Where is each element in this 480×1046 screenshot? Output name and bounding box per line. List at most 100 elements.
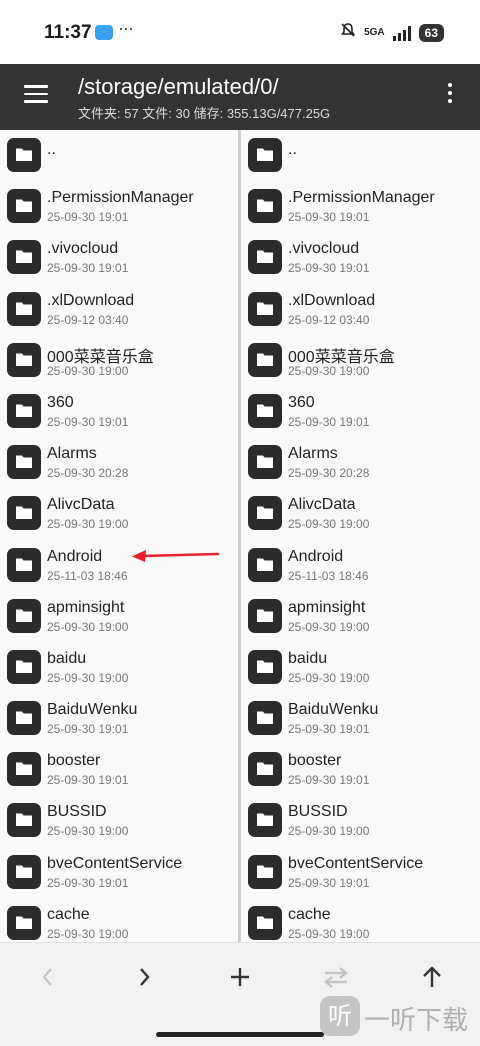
folder-row[interactable]: bveContentService 25-09-30 19:01 <box>0 847 238 898</box>
folder-name: Alarms <box>47 445 97 463</box>
home-indicator[interactable] <box>156 1032 324 1037</box>
folder-icon <box>7 598 41 633</box>
file-list: .. .PermissionManager 25-09-30 19:01 .vivoc… <box>241 130 479 942</box>
folder-name: 360 <box>288 393 315 411</box>
folder-row[interactable]: Android 25-11-03 18:46 <box>0 540 238 591</box>
folder-name: AlivcData <box>47 496 115 514</box>
annotation-arrow-icon <box>132 550 220 562</box>
folder-row[interactable]: 360 25-09-30 19:01 <box>241 386 479 437</box>
storage-stats: 文件夹: 57 文件: 30 储存: 355.13G/477.25G <box>78 106 331 121</box>
folder-row[interactable]: bveContentService 25-09-30 19:01 <box>241 847 479 898</box>
folder-icon <box>248 701 282 736</box>
folder-row[interactable]: cache 25-09-30 19:00 <box>241 898 479 942</box>
folder-name: BUSSID <box>47 803 107 821</box>
folder-row[interactable]: .PermissionManager 25-09-30 19:01 <box>0 181 238 232</box>
folder-date: 25-09-30 19:00 <box>288 363 370 378</box>
folder-date: 25-09-30 19:01 <box>47 261 129 276</box>
folder-date: 25-09-30 20:28 <box>288 466 370 481</box>
folder-row[interactable]: baidu 25-09-30 19:00 <box>0 642 238 693</box>
signal-icon <box>392 25 411 41</box>
folder-row[interactable]: 360 25-09-30 19:01 <box>0 386 238 437</box>
folder-icon <box>248 905 282 940</box>
left-file-pane[interactable]: .. .PermissionManager 25-09-30 19:01 .vivoc… <box>0 130 238 942</box>
folder-row[interactable]: apminsight 25-09-30 19:00 <box>0 591 238 642</box>
folder-row[interactable]: .xlDownload 25-09-12 03:40 <box>0 284 238 335</box>
folder-date: 25-09-30 19:01 <box>288 261 370 276</box>
folder-date: 25-09-30 19:01 <box>47 414 129 429</box>
folder-row[interactable]: booster 25-09-30 19:01 <box>241 744 479 795</box>
folder-row[interactable]: BaiduWenku 25-09-30 19:01 <box>241 693 479 744</box>
folder-row[interactable]: .vivocloud 25-09-30 19:01 <box>0 232 238 283</box>
overflow-menu-icon[interactable] <box>448 83 452 107</box>
folder-name: BUSSID <box>288 803 348 821</box>
folder-date: 25-09-30 19:01 <box>47 773 129 788</box>
status-time: 11:37 <box>44 22 92 43</box>
folder-name: BaiduWenku <box>47 701 138 719</box>
folder-name: Alarms <box>288 445 338 463</box>
folder-row[interactable]: BUSSID 25-09-30 19:00 <box>0 795 238 846</box>
folder-name: 360 <box>47 393 74 411</box>
folder-name: cache <box>47 905 90 923</box>
folder-icon <box>7 393 41 428</box>
folder-row[interactable]: .PermissionManager 25-09-30 19:01 <box>241 181 479 232</box>
folder-row[interactable]: .xlDownload 25-09-12 03:40 <box>241 284 479 335</box>
swap-icon[interactable] <box>316 963 356 999</box>
folder-date: 25-09-30 19:01 <box>47 722 129 737</box>
app-toolbar: /storage/emulated/0/ 文件夹: 57 文件: 30 储存: … <box>0 64 480 130</box>
parent-directory-row[interactable]: .. <box>0 130 238 181</box>
folder-icon <box>7 854 41 889</box>
folder-icon <box>7 701 41 736</box>
folder-name: baidu <box>47 649 87 667</box>
cloud-icon <box>95 25 113 40</box>
right-file-pane[interactable]: .. .PermissionManager 25-09-30 19:01 .vivoc… <box>241 130 479 942</box>
folder-icon <box>248 803 282 838</box>
folder-row[interactable]: 000菜菜音乐盒 25-09-30 19:00 <box>0 335 238 386</box>
folder-date: 25-09-30 19:00 <box>288 517 370 532</box>
folder-name: bveContentService <box>288 854 424 872</box>
folder-icon <box>248 752 282 787</box>
folder-date: 25-11-03 18:46 <box>288 568 369 583</box>
folder-row[interactable]: cache 25-09-30 19:00 <box>0 898 238 942</box>
parent-directory-row[interactable]: .. <box>241 130 479 181</box>
folder-date: 25-09-30 19:00 <box>288 619 370 634</box>
folder-icon <box>7 905 41 940</box>
folder-row[interactable]: 000菜菜音乐盒 25-09-30 19:00 <box>241 335 479 386</box>
status-icons: 5GA 63 <box>340 22 444 43</box>
folder-date: 25-09-30 19:01 <box>288 210 370 225</box>
up-arrow-icon[interactable] <box>412 963 452 999</box>
folder-icon <box>248 547 282 582</box>
folder-name: BaiduWenku <box>288 701 379 719</box>
back-arrow-icon[interactable] <box>28 963 68 999</box>
folder-row[interactable]: .vivocloud 25-09-30 19:01 <box>241 232 479 283</box>
folder-row[interactable]: Alarms 25-09-30 20:28 <box>241 437 479 488</box>
folder-date: 25-09-30 19:00 <box>288 926 370 941</box>
folder-name: .vivocloud <box>47 240 119 258</box>
forward-arrow-icon[interactable] <box>124 963 164 999</box>
folder-date: 25-09-30 19:01 <box>47 210 129 225</box>
folder-date: 25-09-30 19:01 <box>288 414 370 429</box>
folder-row[interactable]: AlivcData 25-09-30 19:00 <box>241 488 479 539</box>
status-bar: 11:37 ··· 5GA 63 <box>0 0 480 64</box>
folder-date: 25-09-30 19:00 <box>288 824 370 839</box>
folder-row[interactable]: AlivcData 25-09-30 19:00 <box>0 488 238 539</box>
folder-name: apminsight <box>288 598 366 616</box>
folder-name: AlivcData <box>288 496 356 514</box>
menu-icon[interactable] <box>24 85 48 103</box>
current-path: /storage/emulated/0/ <box>78 74 279 99</box>
folder-name: Android <box>47 547 103 565</box>
folder-row[interactable]: BUSSID 25-09-30 19:00 <box>241 795 479 846</box>
folder-row[interactable]: Alarms 25-09-30 20:28 <box>0 437 238 488</box>
folder-row[interactable]: BaiduWenku 25-09-30 19:01 <box>0 693 238 744</box>
folder-date: 25-09-30 19:00 <box>47 670 129 685</box>
folder-row[interactable]: booster 25-09-30 19:01 <box>0 744 238 795</box>
folder-icon <box>248 240 282 275</box>
folder-row[interactable]: baidu 25-09-30 19:00 <box>241 642 479 693</box>
folder-name: .. <box>288 141 297 158</box>
folder-date: 25-09-30 19:00 <box>47 363 129 378</box>
folder-date: 25-09-12 03:40 <box>47 312 129 327</box>
add-icon[interactable] <box>220 963 260 999</box>
folder-name: .PermissionManager <box>288 189 435 207</box>
folder-row[interactable]: apminsight 25-09-30 19:00 <box>241 591 479 642</box>
folder-row[interactable]: Android 25-11-03 18:46 <box>241 540 479 591</box>
folder-name: .PermissionManager <box>47 189 194 207</box>
